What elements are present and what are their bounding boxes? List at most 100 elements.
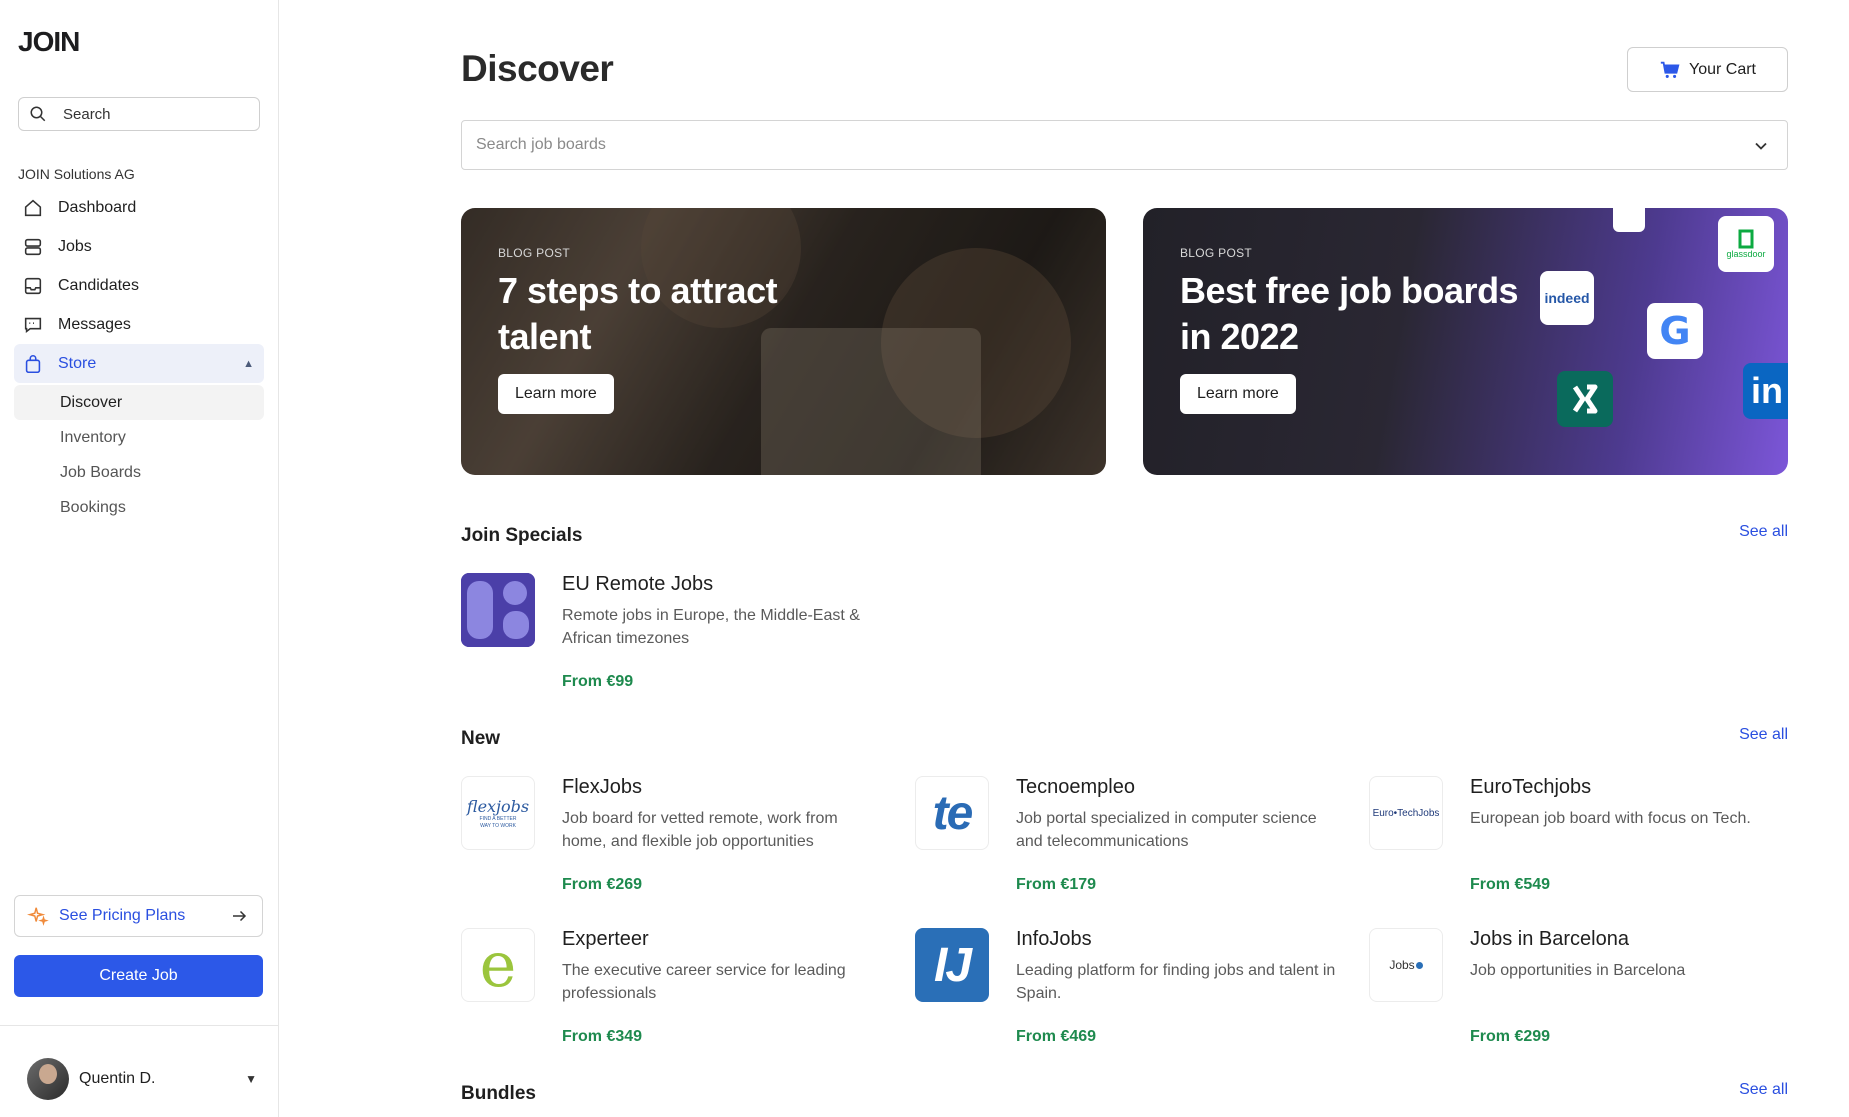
- subnav-job-boards[interactable]: Job Boards: [14, 455, 264, 490]
- board-price: From €469: [1016, 1028, 1097, 1045]
- infojobs-wordmark: IJ: [933, 938, 972, 992]
- see-all-bundles[interactable]: See all: [1739, 1081, 1788, 1099]
- section-title-specials: Join Specials: [461, 525, 583, 546]
- chevron-down-icon[interactable]: [1751, 136, 1771, 156]
- section-title-new: New: [461, 728, 501, 749]
- flexjobs-logo: flexjobs FIND A BETTER WAY TO WORK: [461, 776, 535, 850]
- infojobs-logo: IJ: [915, 928, 989, 1002]
- banner-headline: Best free job boards in 2022: [1180, 270, 1519, 357]
- board-description: Job portal specialized in computer scien…: [1016, 810, 1317, 850]
- pricing-label: See Pricing Plans: [59, 907, 186, 924]
- experteer-wordmark: e: [479, 928, 517, 1001]
- cart-icon: [1660, 61, 1680, 78]
- learn-more-button[interactable]: Learn more: [498, 374, 614, 414]
- experteer-logo: e: [461, 928, 535, 1002]
- nav-label: Jobs: [58, 237, 92, 255]
- caret-down-icon: ▼: [245, 1072, 257, 1086]
- board-description: Leading platform for finding jobs and ta…: [1016, 962, 1336, 1002]
- nav-label: Store: [58, 354, 97, 372]
- user-menu[interactable]: Quentin D. ▼: [27, 1058, 257, 1100]
- page-title: Discover: [461, 48, 614, 89]
- board-description: Job opportunities in Barcelona: [1470, 962, 1686, 979]
- inbox-icon: [24, 277, 42, 294]
- divider: [0, 1025, 279, 1026]
- eu-remote-logo: [461, 573, 535, 647]
- store-subnav: Discover Inventory Job Boards Bookings: [14, 385, 264, 525]
- board-name: InfoJobs: [1016, 928, 1092, 950]
- board-card-eurotechjobs[interactable]: Euro•TechJobs EuroTechjobs European job …: [1369, 776, 1789, 916]
- board-description: Remote jobs in Europe, the Middle-East &…: [562, 607, 860, 647]
- board-name: EuroTechjobs: [1470, 776, 1592, 798]
- main-nav: Dashboard Jobs Candidates Messages Store…: [14, 188, 264, 525]
- create-job-button[interactable]: Create Job: [14, 955, 263, 997]
- job-board-search-input[interactable]: [476, 136, 1726, 154]
- board-price: From €269: [562, 876, 643, 893]
- banner-headline: 7 steps to attract talent: [498, 270, 778, 357]
- chevron-up-icon: ▲: [243, 357, 254, 370]
- board-price: From €349: [562, 1028, 643, 1045]
- pin-icon: [1415, 961, 1423, 969]
- sidebar-search[interactable]: [18, 97, 260, 131]
- nav-dashboard[interactable]: Dashboard: [14, 188, 264, 227]
- chat-icon: [24, 317, 42, 333]
- indeed-logo: indeed: [1540, 271, 1594, 325]
- eurotechjobs-wordmark: Euro•TechJobs: [1372, 807, 1440, 819]
- nav-store[interactable]: Store ▲: [14, 344, 264, 383]
- arrow-right-icon: [233, 910, 247, 922]
- job-board-search[interactable]: [461, 120, 1788, 170]
- user-name: Quentin D.: [79, 1070, 156, 1087]
- eu-remote-icon: [461, 573, 535, 647]
- board-description: Job board for vetted remote, work from h…: [562, 810, 838, 850]
- board-card-jobs-in-barcelona[interactable]: Jobs Jobs in Barcelona Job opportunities…: [1369, 928, 1789, 1068]
- nav-jobs[interactable]: Jobs: [14, 227, 264, 266]
- xing-icon: [1572, 384, 1598, 414]
- blog-banner-free-job-boards[interactable]: BLOG POST Best free job boards in 2022 L…: [1143, 208, 1788, 475]
- sparkle-icon: [27, 907, 49, 926]
- board-card-tecnoempleo[interactable]: te Tecnoempleo Job portal specialized in…: [915, 776, 1335, 916]
- cart-label: Your Cart: [1689, 60, 1756, 78]
- subnav-inventory[interactable]: Inventory: [14, 420, 264, 455]
- blog-banner-attract-talent[interactable]: BLOG POST 7 steps to attract talent Lear…: [461, 208, 1106, 475]
- search-input[interactable]: [63, 105, 243, 123]
- subnav-discover[interactable]: Discover: [14, 385, 264, 420]
- search-icon: [30, 106, 46, 122]
- xing-logo: [1557, 371, 1613, 427]
- jobs-icon: [24, 238, 42, 255]
- board-card-eu-remote-jobs[interactable]: EU Remote Jobs Remote jobs in Europe, th…: [461, 573, 881, 713]
- board-name: Tecnoempleo: [1016, 776, 1135, 798]
- learn-more-button[interactable]: Learn more: [1180, 374, 1296, 414]
- tecnoempleo-wordmark: te: [932, 786, 974, 840]
- nav-candidates[interactable]: Candidates: [14, 266, 264, 305]
- board-price: From €549: [1470, 876, 1551, 893]
- board-price: From €99: [562, 673, 634, 690]
- your-cart-button[interactable]: Your Cart: [1627, 47, 1788, 92]
- board-card-experteer[interactable]: e Experteer The executive career service…: [461, 928, 881, 1068]
- board-description: The executive career service for leading…: [562, 962, 846, 1002]
- linkedin-logo: in: [1743, 363, 1788, 419]
- tecnoempleo-logo: te: [915, 776, 989, 850]
- see-pricing-plans-button[interactable]: See Pricing Plans: [14, 895, 263, 937]
- nav-messages[interactable]: Messages: [14, 305, 264, 344]
- board-name: Experteer: [562, 928, 649, 950]
- home-icon: [24, 199, 42, 216]
- nav-label: Messages: [58, 315, 131, 333]
- google-logo: G: [1647, 303, 1703, 359]
- see-all-new[interactable]: See all: [1739, 726, 1788, 744]
- board-price: From €299: [1470, 1028, 1551, 1045]
- org-name: JOIN Solutions AG: [18, 166, 135, 182]
- subnav-bookings[interactable]: Bookings: [14, 490, 264, 525]
- small-logo-tile: [1613, 208, 1645, 232]
- see-all-specials[interactable]: See all: [1739, 523, 1788, 541]
- banner-tag: BLOG POST: [498, 246, 571, 260]
- join-logo[interactable]: JOIN: [18, 26, 80, 58]
- sidebar: JOIN JOIN Solutions AG Dashboard Jobs Ca…: [0, 0, 279, 1117]
- banner-tag: BLOG POST: [1180, 246, 1253, 260]
- jobs-in-barcelona-logo: Jobs: [1369, 928, 1443, 1002]
- nav-label: Candidates: [58, 276, 139, 294]
- board-card-flexjobs[interactable]: flexjobs FIND A BETTER WAY TO WORK FlexJ…: [461, 776, 881, 916]
- board-description: European job board with focus on Tech.: [1470, 810, 1751, 827]
- flexjobs-tagline: FIND A BETTER WAY TO WORK: [479, 815, 517, 829]
- board-card-infojobs[interactable]: IJ InfoJobs Leading platform for finding…: [915, 928, 1335, 1068]
- bag-icon: [25, 354, 41, 373]
- eurotechjobs-logo: Euro•TechJobs: [1369, 776, 1443, 850]
